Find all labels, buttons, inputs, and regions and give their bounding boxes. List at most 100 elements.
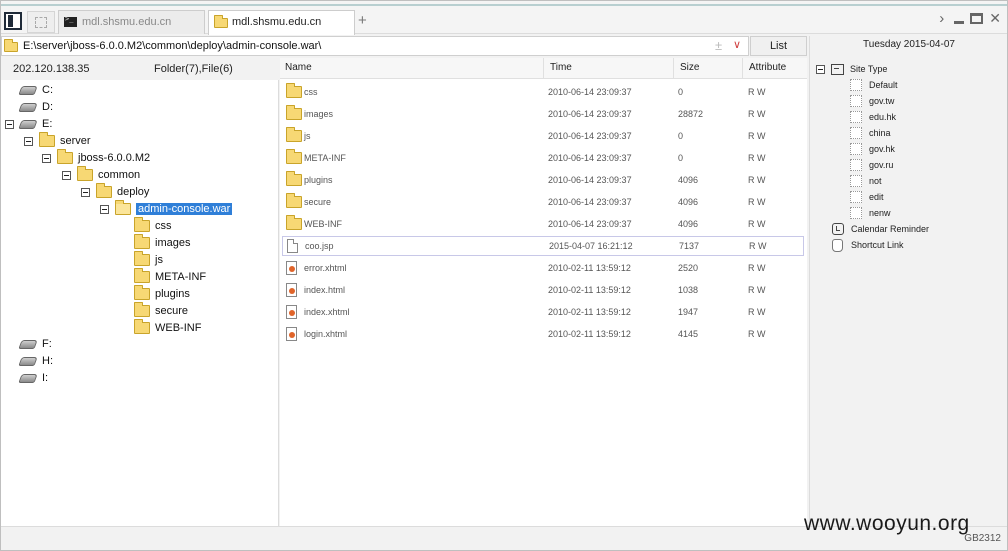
hand-icon bbox=[832, 238, 843, 252]
tree-item-server[interactable]: server bbox=[24, 132, 91, 149]
page-icon bbox=[850, 207, 862, 219]
column-time[interactable]: Time bbox=[550, 62, 572, 73]
maximize-icon[interactable] bbox=[970, 13, 984, 24]
site-item-edit[interactable]: edit bbox=[850, 189, 884, 205]
tree-item-web-inf[interactable]: WEB-INF bbox=[134, 319, 201, 336]
folder-icon bbox=[77, 166, 93, 181]
table-row[interactable]: index.html 2010-02-11 13:59:12 1038 R W bbox=[282, 280, 804, 300]
tree-item-plugins[interactable]: plugins bbox=[134, 285, 190, 302]
table-row[interactable]: error.xhtml 2010-02-11 13:59:12 2520 R W bbox=[282, 258, 804, 278]
current-date: Tuesday 2015-04-07 bbox=[863, 39, 955, 50]
tree-item-js[interactable]: js bbox=[134, 251, 163, 268]
folder-icon bbox=[286, 127, 302, 142]
calendar-reminder-item[interactable]: Calendar Reminder bbox=[832, 221, 929, 237]
tree-item-secure[interactable]: secure bbox=[134, 302, 188, 319]
tree-item-jboss[interactable]: jboss-6.0.0.M2 bbox=[42, 149, 150, 166]
chevron-right-icon[interactable]: › bbox=[939, 10, 944, 27]
column-name[interactable]: Name bbox=[285, 62, 312, 73]
tree-item-admin-console[interactable]: admin-console.war bbox=[100, 200, 233, 217]
table-row[interactable]: plugins 2010-06-14 23:09:37 4096 R W bbox=[282, 170, 804, 190]
html-file-icon bbox=[286, 305, 297, 319]
drive-icon bbox=[18, 119, 38, 129]
folder-icon bbox=[286, 149, 302, 164]
table-row[interactable]: images 2010-06-14 23:09:37 28872 R W bbox=[282, 104, 804, 124]
minimize-icon[interactable] bbox=[954, 20, 965, 24]
accent-line bbox=[1, 4, 1007, 6]
terminal-icon bbox=[64, 15, 77, 27]
tree-item-css[interactable]: css bbox=[134, 217, 172, 234]
site-item-not[interactable]: not bbox=[850, 173, 882, 189]
folder-icon bbox=[4, 39, 18, 52]
column-divider[interactable] bbox=[742, 58, 743, 79]
clock-icon bbox=[832, 223, 844, 235]
column-size[interactable]: Size bbox=[680, 62, 699, 73]
column-divider[interactable] bbox=[673, 58, 674, 79]
table-row[interactable]: WEB-INF 2010-06-14 23:09:37 4096 R W bbox=[282, 214, 804, 234]
site-item-gov-tw[interactable]: gov.tw bbox=[850, 93, 894, 109]
collapse-icon[interactable] bbox=[5, 119, 14, 129]
tree-item-f[interactable]: F: bbox=[18, 336, 52, 352]
left-pane-header: 202.120.138.35 Folder(7),File(6) bbox=[1, 58, 278, 80]
site-item-nenw[interactable]: nenw bbox=[850, 205, 891, 221]
page-icon bbox=[850, 159, 862, 171]
site-item-gov-ru[interactable]: gov.ru bbox=[850, 157, 893, 173]
table-row[interactable]: login.xhtml 2010-02-11 13:59:12 4145 R W bbox=[282, 324, 804, 344]
tab-bar: mdl.shsmu.edu.cn mdl.shsmu.edu.cn + › ✕ bbox=[1, 1, 1007, 35]
table-row[interactable]: js 2010-06-14 23:09:37 0 R W bbox=[282, 126, 804, 146]
tree-item-c[interactable]: C: bbox=[18, 82, 53, 98]
file-icon bbox=[287, 239, 298, 253]
site-item-default[interactable]: Default bbox=[850, 77, 898, 93]
shortcut-link-item[interactable]: Shortcut Link bbox=[832, 237, 904, 253]
folder-icon bbox=[134, 302, 150, 317]
column-attribute[interactable]: Attribute bbox=[749, 62, 786, 73]
collapse-icon[interactable] bbox=[24, 136, 33, 146]
folder-icon bbox=[286, 83, 302, 98]
folder-icon bbox=[286, 215, 302, 230]
page-icon bbox=[850, 175, 862, 187]
drive-icon bbox=[18, 356, 38, 366]
drive-icon bbox=[18, 102, 38, 112]
add-bookmark-icon[interactable]: ± bbox=[715, 38, 722, 53]
tree-item-i[interactable]: I: bbox=[18, 370, 48, 386]
new-tab-button[interactable]: + bbox=[358, 12, 367, 29]
table-row[interactable]: secure 2010-06-14 23:09:37 4096 R W bbox=[282, 192, 804, 212]
file-list-header: Name Time Size Attribute bbox=[280, 58, 807, 79]
address-path[interactable]: E:\server\jboss-6.0.0.M2\common\deploy\a… bbox=[23, 40, 321, 52]
site-type-node[interactable]: Site Type bbox=[816, 61, 887, 77]
collapse-icon[interactable] bbox=[816, 64, 825, 74]
window-controls: › ✕ bbox=[939, 10, 1001, 27]
tree-item-deploy[interactable]: deploy bbox=[81, 183, 149, 200]
item-count: Folder(7),File(6) bbox=[154, 63, 233, 75]
collapse-icon[interactable] bbox=[62, 170, 71, 180]
tab-file-manager[interactable]: mdl.shsmu.edu.cn bbox=[208, 10, 355, 35]
chevron-down-icon[interactable]: ∨ bbox=[733, 38, 741, 51]
tree-item-images[interactable]: images bbox=[134, 234, 190, 251]
sidebar-toggle-icon[interactable] bbox=[4, 12, 22, 30]
tree-item-d[interactable]: D: bbox=[18, 99, 53, 115]
site-item-edu-hk[interactable]: edu.hk bbox=[850, 109, 896, 125]
site-item-china[interactable]: china bbox=[850, 125, 891, 141]
table-row[interactable]: index.xhtml 2010-02-11 13:59:12 1947 R W bbox=[282, 302, 804, 322]
tree-item-h[interactable]: H: bbox=[18, 353, 53, 369]
address-bar[interactable]: E:\server\jboss-6.0.0.M2\common\deploy\a… bbox=[1, 36, 749, 56]
right-panel: Tuesday 2015-04-07 Site Type Default gov… bbox=[809, 36, 1007, 526]
blank-tab[interactable] bbox=[27, 11, 55, 33]
tree-item-common[interactable]: common bbox=[62, 166, 140, 183]
collapse-icon[interactable] bbox=[81, 187, 90, 197]
folder-icon bbox=[214, 15, 228, 28]
site-item-gov-hk[interactable]: gov.hk bbox=[850, 141, 895, 157]
list-button[interactable]: List bbox=[750, 36, 807, 56]
tree-item-e[interactable]: E: bbox=[5, 116, 52, 132]
table-row[interactable]: css 2010-06-14 23:09:37 0 R W bbox=[282, 82, 804, 102]
table-row[interactable]: META-INF 2010-06-14 23:09:37 0 R W bbox=[282, 148, 804, 168]
collapse-icon[interactable] bbox=[42, 153, 51, 163]
column-divider[interactable] bbox=[543, 58, 544, 79]
table-row[interactable]: coo.jsp 2015-04-07 16:21:12 7137 R W bbox=[282, 236, 804, 256]
tree-item-meta-inf[interactable]: META-INF bbox=[134, 268, 206, 285]
folder-icon bbox=[134, 319, 150, 334]
close-icon[interactable]: ✕ bbox=[989, 10, 1001, 27]
tab-terminal[interactable]: mdl.shsmu.edu.cn bbox=[58, 10, 205, 34]
server-ip: 202.120.138.35 bbox=[13, 63, 90, 75]
collapse-icon[interactable] bbox=[100, 204, 109, 214]
folder-icon bbox=[134, 251, 150, 266]
